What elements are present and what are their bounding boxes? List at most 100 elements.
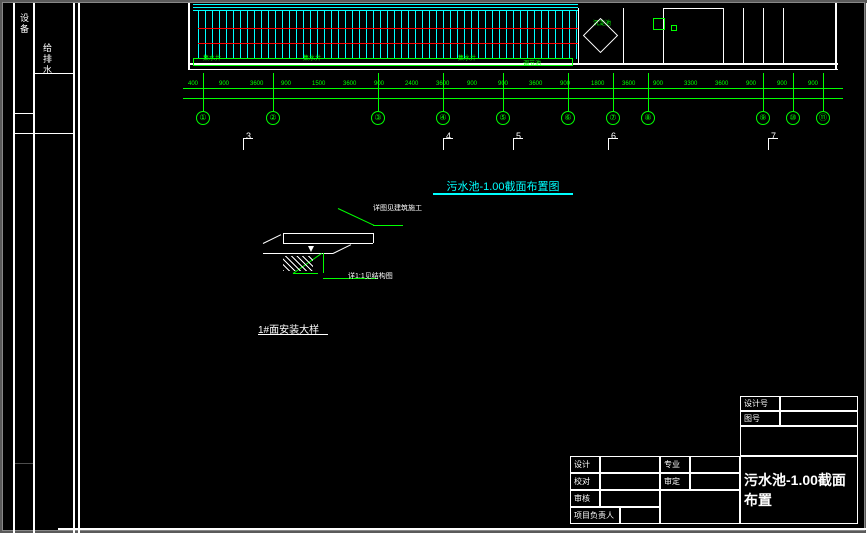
pipe-line [394,11,395,59]
grid-bubble: ② [266,111,280,125]
grid-bubble: ⑪ [816,111,830,125]
grid-bubble: ⑧ [641,111,655,125]
title-block: 设计校对审核项目负责人 专业审定 设计号图号 污水池-1.00截面布置 [570,396,860,526]
titleblock-cell [600,456,660,473]
plan-title-underline [433,193,573,195]
pipe-line [198,11,199,59]
pipe-line [541,11,542,59]
titleblock-cell [780,411,858,426]
pipe-line [534,11,535,59]
pipe-line [317,11,318,59]
dimension-text: 1800 [591,81,604,87]
grid-line [763,73,764,111]
titleblock-cell [620,507,660,524]
pipe-line [233,11,234,59]
dimension-text: 3300 [684,81,697,87]
pipe-line [569,11,570,59]
grid-line [793,73,794,111]
grid-line [203,73,204,111]
titleblock-cell [660,490,740,524]
pipe-line [471,11,472,59]
pipe-line [303,11,304,59]
pipe-line [429,11,430,59]
titleblock-cell [780,396,858,411]
dimension-text: 3600 [622,81,635,87]
section-mark-label: 4 [446,131,451,141]
section-mark-label: 6 [611,131,616,141]
grid-bubble: ⑥ [561,111,575,125]
detail-title-underline [258,334,328,335]
dimension-text: 900 [281,81,291,87]
dimension-text: 900 [808,81,818,87]
grid-line [648,73,649,111]
strip-label-1: 设备 [18,13,31,35]
cad-canvas[interactable]: 设备 给排水 [2,2,865,531]
pipe-line [338,11,339,59]
grid-bubble: ⑨ [756,111,770,125]
titleblock-cell: 审定 [660,473,690,490]
pipe-line [240,11,241,59]
dimension-text: 900 [653,81,663,87]
titleblock-cell: 设计 [570,456,600,473]
section-flag [768,138,769,150]
grid-bubble: ① [196,111,210,125]
detail-label-1: 详图见建筑施工 [373,203,422,213]
pipe-line [205,11,206,59]
pipe-line [478,11,479,59]
pipe-line [373,11,374,59]
dimension-text: 3600 [250,81,263,87]
pipe-line [520,11,521,59]
pipe-line [576,11,577,59]
titleblock-cell: 校对 [570,473,600,490]
pipe-line [219,11,220,59]
pipe-line [352,11,353,59]
section-mark-label: 3 [246,131,251,141]
grid-line [443,73,444,111]
pipe-line [212,11,213,59]
strip-label-2: 给排水 [41,43,54,76]
pipe-line [436,11,437,59]
pipe-line [275,11,276,59]
section-mark-label: 7 [771,131,776,141]
grid-bubble: ③ [371,111,385,125]
pipe-line [359,11,360,59]
grid-line [503,73,504,111]
pipe-line [422,11,423,59]
pipe-line [296,11,297,59]
pipe-line [562,11,563,59]
pipe-line [450,11,451,59]
pipe-line [401,11,402,59]
pipe-line [548,11,549,59]
titleblock-cell: 项目负责人 [570,507,620,524]
titleblock-cell: 专业 [660,456,690,473]
pipe-line [324,11,325,59]
grid-line [613,73,614,111]
pipe-line [247,11,248,59]
titleblock-cell: 图号 [740,411,780,426]
section-mark-label: 5 [516,131,521,141]
pipe-line [408,11,409,59]
titleblock-cell: 审核 [570,490,600,507]
grid-line [568,73,569,111]
pipe-line [289,11,290,59]
pipe-line [268,11,269,59]
pipe-line [492,11,493,59]
titleblock-cell: 设计号 [740,396,780,411]
pipe-line [415,11,416,59]
pipe-line [387,11,388,59]
pipe-line [254,11,255,59]
plan-title: 污水池-1.00截面布置图 [423,178,583,194]
pipe-line [331,11,332,59]
drawing-title-cell: 污水池-1.00截面布置 [740,456,858,524]
pipe-line [485,11,486,59]
grid-line [378,73,379,111]
pipe-line [443,11,444,59]
dimension-text: 3600 [343,81,356,87]
dimension-text: 900 [219,81,229,87]
pipe-line [499,11,500,59]
dimension-text: 900 [777,81,787,87]
titleblock-cell [690,473,740,490]
pipe-line [506,11,507,59]
grid-bubble: ⑦ [606,111,620,125]
titleblock-cell [740,426,858,456]
